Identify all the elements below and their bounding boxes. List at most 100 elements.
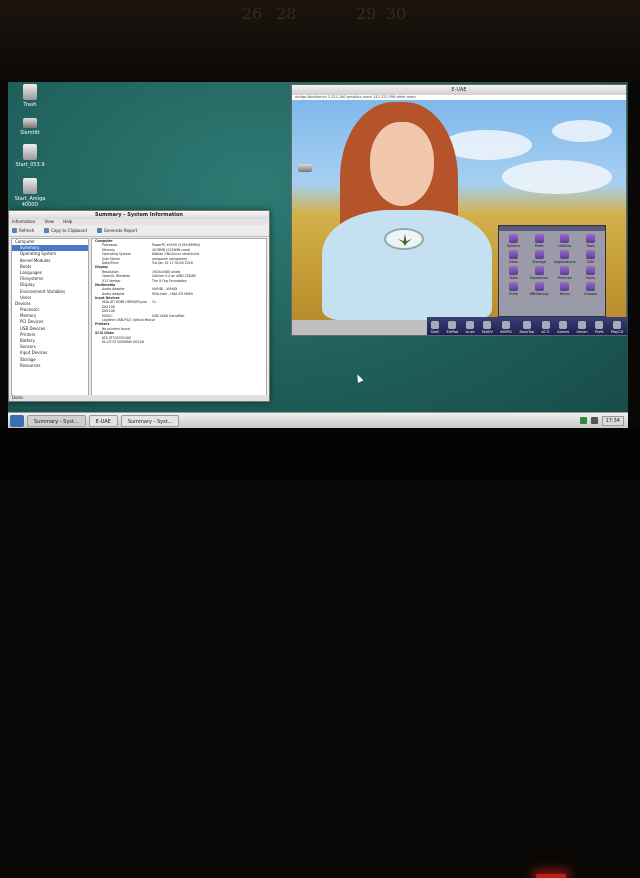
details-key: HL-DT-ST DVDRAM GH22N — [102, 339, 144, 344]
desktop-icon-slemtitt[interactable]: Slemtitt — [8, 114, 52, 136]
dock-item[interactable]: MultiV — [482, 321, 493, 334]
system-information-window[interactable]: Summary - System Information Information… — [8, 210, 270, 402]
drawer-item[interactable]: Utilities — [554, 234, 577, 248]
drawer-item[interactable]: WBStartup — [528, 282, 551, 296]
drawer-folder-icon — [508, 250, 518, 259]
generate-report-button[interactable]: Generate Report — [96, 228, 138, 233]
desktop-icon-start-053[interactable]: Start_053.9 — [8, 144, 52, 168]
dock-app-icon — [466, 321, 475, 329]
dock-item[interactable]: Shell — [430, 321, 440, 334]
taskbar-button-summary-2[interactable]: Summary - Syst... — [120, 414, 180, 427]
details-value: Debian GNU/Linux stretch/sid — [152, 252, 199, 257]
desktop-icon-label: Start_Amiga 4000D — [14, 196, 46, 208]
dock-item[interactable]: EdiPad — [446, 321, 458, 334]
summary-details-panel: Computer Processor PowerPC e5500 (2199.89M… — [91, 238, 267, 396]
drawer-item[interactable]: Rexxc — [554, 282, 577, 296]
wall-number: 30 — [386, 4, 407, 23]
drawer-item[interactable]: Expansion — [528, 266, 551, 280]
dock-item-label: Shell — [430, 330, 440, 334]
drawer-item-label: Classes — [584, 292, 598, 296]
dock-item[interactable]: Games — [557, 321, 569, 334]
power-led-icon — [536, 874, 566, 878]
dock-item[interactable]: AMIPIC — [500, 321, 512, 334]
trash-icon — [23, 84, 37, 100]
drawer-item[interactable]: Fonts — [579, 266, 602, 280]
drive-icon — [23, 118, 37, 128]
dock-app-icon — [502, 321, 511, 329]
drawer-item[interactable]: Tools — [579, 234, 602, 248]
dock-item[interactable]: DeskTop — [519, 321, 534, 334]
drawer-item[interactable]: Prefs — [502, 282, 525, 296]
menu-view[interactable]: View — [44, 219, 54, 224]
refresh-icon — [12, 228, 17, 233]
start-menu-icon[interactable] — [10, 414, 24, 427]
dock-item[interactable]: PlayCD — [611, 321, 623, 334]
dock-item[interactable]: Amien — [576, 321, 588, 334]
drawer-grid: System Prefs Utilities Tools Devs Storage Appl… — [499, 231, 605, 299]
drawer-item[interactable]: Storage — [528, 250, 551, 264]
drawer-folder-icon — [508, 234, 518, 243]
drawer-item[interactable]: Classes — [579, 282, 602, 296]
refresh-button[interactable]: Refresh — [12, 228, 34, 233]
drawer-item-label: Devs — [509, 260, 518, 264]
dock-app-icon — [430, 321, 439, 329]
computer-icon — [23, 178, 37, 194]
sysinfo-title[interactable]: Summary - System Information — [9, 211, 269, 219]
drawer-item-label: CD0 — [586, 260, 595, 264]
drawer-item[interactable]: Devs — [502, 250, 525, 264]
status-bar: Done. — [9, 395, 269, 401]
drawer-item[interactable]: Tools — [502, 266, 525, 280]
tree-item[interactable]: Resources — [12, 363, 88, 369]
dock-item-label: Amien — [576, 330, 588, 334]
leaf-logo-icon — [384, 228, 424, 250]
drawer-item-label: Fonts — [585, 276, 596, 280]
taskbar-button-euae[interactable]: E-UAE — [88, 414, 118, 427]
drawer-item[interactable]: Applications — [554, 250, 577, 264]
drawer-item-label: Storage — [532, 260, 546, 264]
copy-to-clipboard-button[interactable]: Copy to Clipboard — [44, 228, 87, 233]
category-tree[interactable]: Computer Summary Operating System Kernel Mo… — [11, 238, 89, 396]
drawer-folder-icon — [534, 234, 544, 243]
drawer-folder-icon — [560, 266, 570, 275]
details-value: 1920x1080 pixels — [152, 269, 181, 274]
dock-item[interactable]: Prefs — [595, 321, 604, 334]
volume-icon[interactable] — [590, 417, 598, 424]
euae-title[interactable]: E-UAE — [292, 85, 626, 95]
workbench-drawer-window[interactable]: System Prefs Utilities Tools Devs Storage Appl… — [498, 225, 606, 317]
desktop-icon-label: Start_053.9 — [15, 162, 45, 168]
report-label: Generate Report — [103, 228, 138, 233]
dock-app-icon — [559, 321, 568, 329]
clipboard-icon — [44, 228, 50, 233]
drawer-item-label: Rexxc — [559, 292, 571, 296]
drawer-item-label: Prefs — [509, 292, 518, 296]
drawer-item[interactable]: System — [502, 234, 525, 248]
dock-item-label: Games — [556, 330, 570, 334]
copy-label: Copy to Clipboard — [51, 228, 87, 233]
dock-item[interactable]: Lines — [465, 321, 475, 334]
details-row: HL-DT-ST DVDRAM GH22N — [92, 340, 266, 344]
wall-number: 28 — [276, 4, 297, 23]
clock[interactable]: 17:34 — [601, 415, 624, 426]
amiga-drive-icon[interactable] — [298, 164, 312, 172]
network-icon[interactable] — [579, 417, 587, 424]
menu-information[interactable]: Information — [12, 219, 35, 224]
system-tray: 17:34 — [579, 415, 628, 426]
dock-item-label: MultiV — [481, 330, 493, 334]
drawer-folder-icon — [534, 250, 544, 259]
computer-icon — [23, 144, 37, 160]
desktop-icon-start-amiga[interactable]: Start_Amiga 4000D — [8, 178, 52, 208]
details-value: 4078MB (2229MB used) — [152, 247, 191, 252]
dock-item[interactable]: ACT! — [541, 321, 550, 334]
wall-number: 26 — [242, 4, 263, 23]
menu-help[interactable]: Help — [63, 219, 72, 224]
details-key: Date/Time — [102, 260, 119, 265]
taskbar-button-summary[interactable]: Summary - Syst... — [27, 414, 86, 427]
drawer-item[interactable]: CD0 — [579, 250, 602, 264]
drawer-item[interactable]: Pictures — [554, 266, 577, 280]
desktop-icon-label: Slemtitt — [20, 130, 40, 136]
desktop-icon-trash[interactable]: Trash — [8, 84, 52, 108]
mouse-cursor-icon — [354, 373, 364, 383]
drawer-item-label: Expansion — [530, 276, 549, 280]
euae-window[interactable]: E-UAE Amiga Workbench 2,321,160 graphics… — [291, 84, 627, 336]
drawer-item[interactable]: Prefs — [528, 234, 551, 248]
